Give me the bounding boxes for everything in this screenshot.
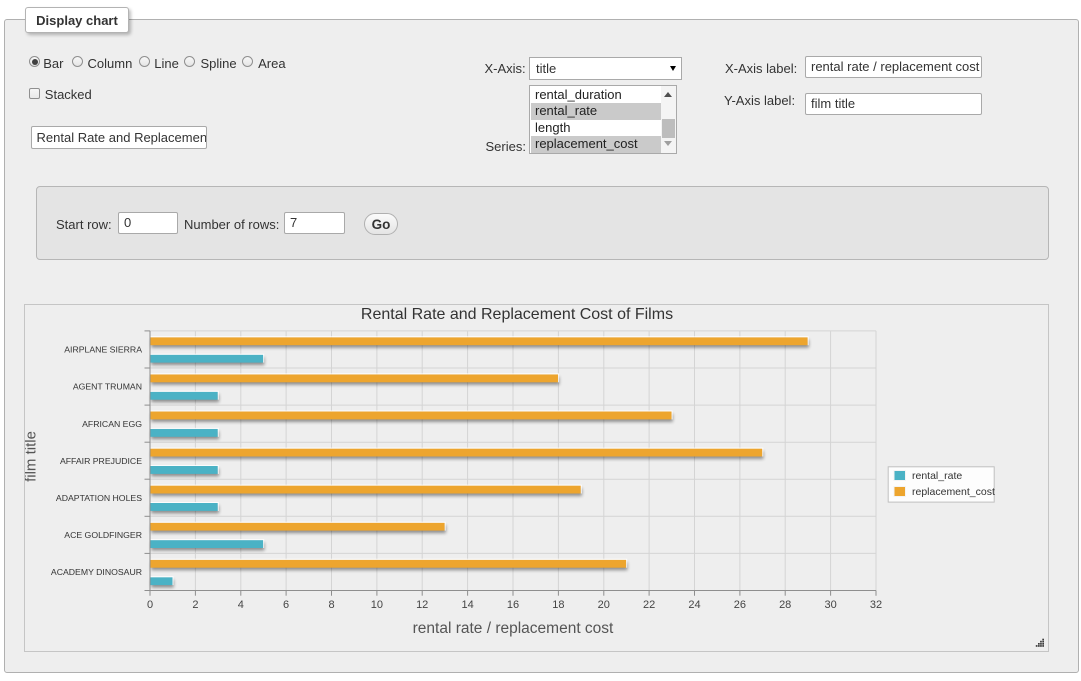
svg-text:12: 12 bbox=[416, 599, 428, 611]
svg-text:ADAPTATION HOLES: ADAPTATION HOLES bbox=[56, 493, 142, 503]
svg-text:26: 26 bbox=[734, 599, 746, 611]
svg-text:30: 30 bbox=[824, 599, 836, 611]
svg-text:22: 22 bbox=[643, 599, 655, 611]
svg-text:ACADEMY DINOSAUR: ACADEMY DINOSAUR bbox=[51, 567, 142, 577]
svg-text:20: 20 bbox=[598, 599, 610, 611]
svg-text:18: 18 bbox=[552, 599, 564, 611]
svg-text:ACE GOLDFINGER: ACE GOLDFINGER bbox=[64, 530, 142, 540]
svg-text:32: 32 bbox=[870, 599, 882, 611]
svg-text:rental_rate: rental_rate bbox=[912, 470, 962, 482]
svg-text:Rental Rate and Replacement Co: Rental Rate and Replacement Cost of Film… bbox=[361, 306, 673, 323]
svg-text:8: 8 bbox=[328, 599, 334, 611]
svg-text:10: 10 bbox=[371, 599, 383, 611]
svg-text:4: 4 bbox=[238, 599, 244, 611]
svg-text:film title: film title bbox=[25, 431, 40, 482]
svg-text:AIRPLANE SIERRA: AIRPLANE SIERRA bbox=[64, 345, 142, 355]
svg-text:28: 28 bbox=[779, 599, 791, 611]
svg-text:2: 2 bbox=[192, 599, 198, 611]
svg-text:0: 0 bbox=[147, 599, 153, 611]
svg-text:AFRICAN EGG: AFRICAN EGG bbox=[82, 419, 142, 429]
svg-text:24: 24 bbox=[688, 599, 700, 611]
svg-text:16: 16 bbox=[507, 599, 519, 611]
svg-text:14: 14 bbox=[461, 599, 473, 611]
svg-text:replacement_cost: replacement_cost bbox=[912, 486, 995, 498]
svg-text:6: 6 bbox=[283, 599, 289, 611]
svg-text:AFFAIR PREJUDICE: AFFAIR PREJUDICE bbox=[60, 456, 142, 466]
svg-text:rental rate / replacement cost: rental rate / replacement cost bbox=[413, 620, 614, 637]
svg-text:AGENT TRUMAN: AGENT TRUMAN bbox=[73, 382, 142, 392]
